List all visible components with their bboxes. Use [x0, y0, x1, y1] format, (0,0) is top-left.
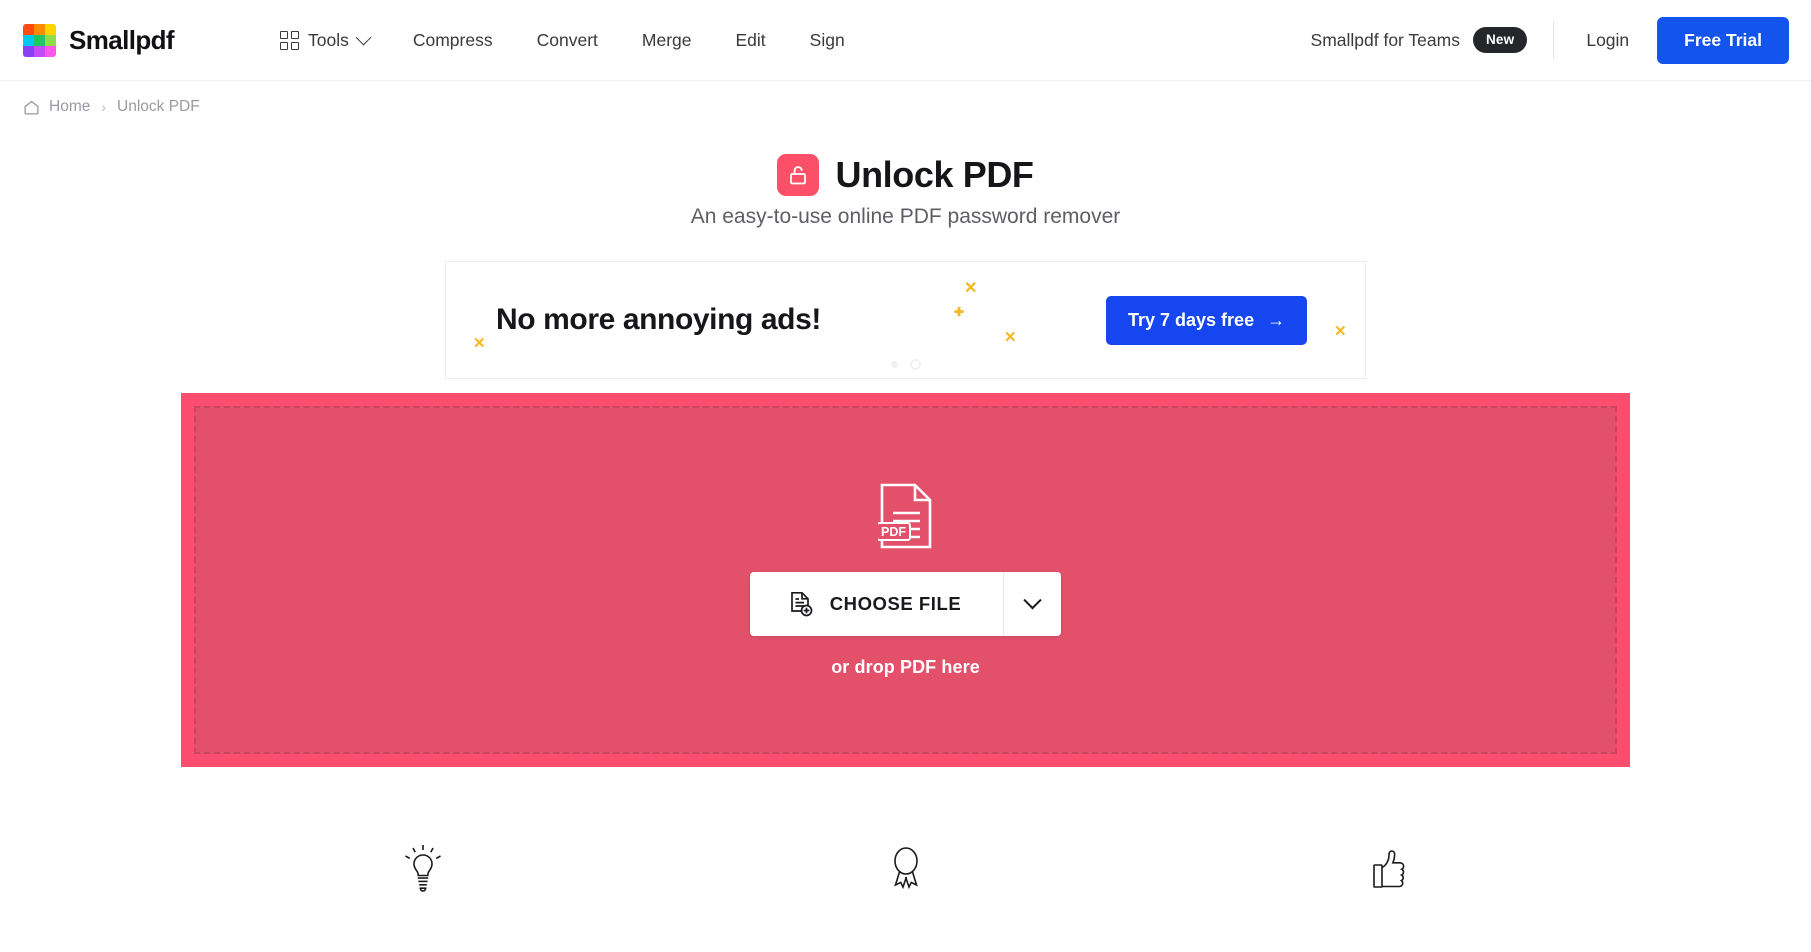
- sparkle-icon: ✕: [1334, 323, 1347, 340]
- promo-banner[interactable]: No more annoying ads! ✕ ✕ ✚ ✕ ✕ Try 7 da…: [445, 261, 1366, 379]
- sparkle-icon: ✕: [473, 335, 486, 352]
- promo-banner-wrapper: No more annoying ads! ✕ ✕ ✚ ✕ ✕ Try 7 da…: [0, 261, 1811, 379]
- breadcrumb-separator: ›: [101, 99, 107, 115]
- lightbulb-icon: [404, 845, 441, 892]
- nav-item-sign-label: Sign: [809, 29, 845, 50]
- nav-item-sign[interactable]: Sign: [788, 22, 867, 59]
- breadcrumb: Home › Unlock PDF: [0, 81, 1811, 116]
- hero-title-row: Unlock PDF: [0, 154, 1811, 196]
- nav-item-merge[interactable]: Merge: [620, 22, 714, 59]
- page-subtitle: An easy-to-use online PDF password remov…: [690, 205, 1121, 228]
- header-right-actions: Smallpdf for Teams New Login Free Trial: [1311, 16, 1789, 64]
- feature-thumbs-up: [1147, 843, 1630, 895]
- feature-award: [664, 843, 1147, 895]
- drop-hint-text: or drop PDF here: [831, 657, 980, 677]
- award-ribbon-icon: [893, 847, 918, 890]
- breadcrumb-home[interactable]: Home: [49, 98, 90, 116]
- promo-headline: No more annoying ads!: [496, 303, 821, 336]
- pdf-file-icon: PDF: [877, 483, 931, 549]
- try-free-label: Try 7 days free: [1128, 310, 1255, 330]
- grid-icon: [280, 30, 299, 50]
- feature-lightbulb: [181, 843, 664, 895]
- smallpdf-for-teams-link[interactable]: Smallpdf for Teams New: [1311, 27, 1554, 53]
- brand-name: Smallpdf: [69, 24, 175, 55]
- free-trial-button[interactable]: Free Trial: [1657, 16, 1789, 64]
- nav-item-compress-label: Compress: [412, 29, 493, 50]
- nav-item-edit[interactable]: Edit: [714, 22, 788, 59]
- choose-file-label: CHOOSE FILE: [829, 593, 962, 614]
- login-link[interactable]: Login: [1554, 30, 1657, 51]
- nav-item-convert-label: Convert: [536, 29, 598, 50]
- feature-icon-row: [0, 843, 1811, 895]
- top-navigation-bar: Smallpdf Tools Compress Convert Merge Ed…: [0, 0, 1811, 81]
- main-nav: Tools Compress Convert Merge Edit Sign: [280, 22, 867, 59]
- brand-logo-link[interactable]: Smallpdf: [23, 23, 175, 57]
- sparkle-icon: ✕: [964, 280, 978, 297]
- document-add-icon: [790, 591, 813, 617]
- carousel-dot[interactable]: [909, 359, 921, 370]
- choose-file-dropdown-button[interactable]: [1003, 572, 1062, 636]
- chevron-down-icon: [1023, 590, 1042, 609]
- nav-item-edit-label: Edit: [735, 29, 766, 50]
- carousel-dot[interactable]: [890, 361, 898, 368]
- sparkle-plus-icon: ✚: [954, 305, 965, 319]
- file-dropzone-inner[interactable]: PDF CHOOSE FILE or drop PDF here: [194, 406, 1617, 754]
- sparkle-icon: ✕: [1004, 329, 1017, 346]
- nav-item-tools[interactable]: Tools: [280, 22, 391, 59]
- nav-item-compress[interactable]: Compress: [391, 22, 515, 59]
- breadcrumb-current: Unlock PDF: [117, 98, 200, 115]
- new-badge: New: [1472, 27, 1528, 53]
- page-title: Unlock PDF: [835, 154, 1034, 195]
- choose-file-control: CHOOSE FILE: [749, 572, 1062, 636]
- nav-item-convert[interactable]: Convert: [515, 22, 620, 59]
- nav-item-merge-label: Merge: [641, 29, 692, 50]
- nav-item-tools-label: Tools: [308, 29, 349, 50]
- try-free-button[interactable]: Try 7 days free →: [1106, 296, 1308, 345]
- thumbs-up-icon: [1372, 850, 1404, 888]
- chevron-down-icon: [355, 29, 372, 45]
- file-dropzone[interactable]: PDF CHOOSE FILE or drop PDF here: [181, 393, 1630, 767]
- unlock-padlock-icon: [777, 154, 820, 196]
- choose-file-button[interactable]: CHOOSE FILE: [749, 572, 1004, 636]
- smallpdf-logo-grid-icon: [23, 23, 56, 57]
- carousel-dots: [890, 359, 921, 370]
- teams-label: Smallpdf for Teams: [1310, 29, 1460, 50]
- pdf-file-icon-label: PDF: [881, 525, 906, 539]
- arrow-right-icon: →: [1267, 310, 1286, 330]
- page-hero: Unlock PDF An easy-to-use online PDF pas…: [0, 154, 1811, 229]
- home-icon: [24, 100, 39, 115]
